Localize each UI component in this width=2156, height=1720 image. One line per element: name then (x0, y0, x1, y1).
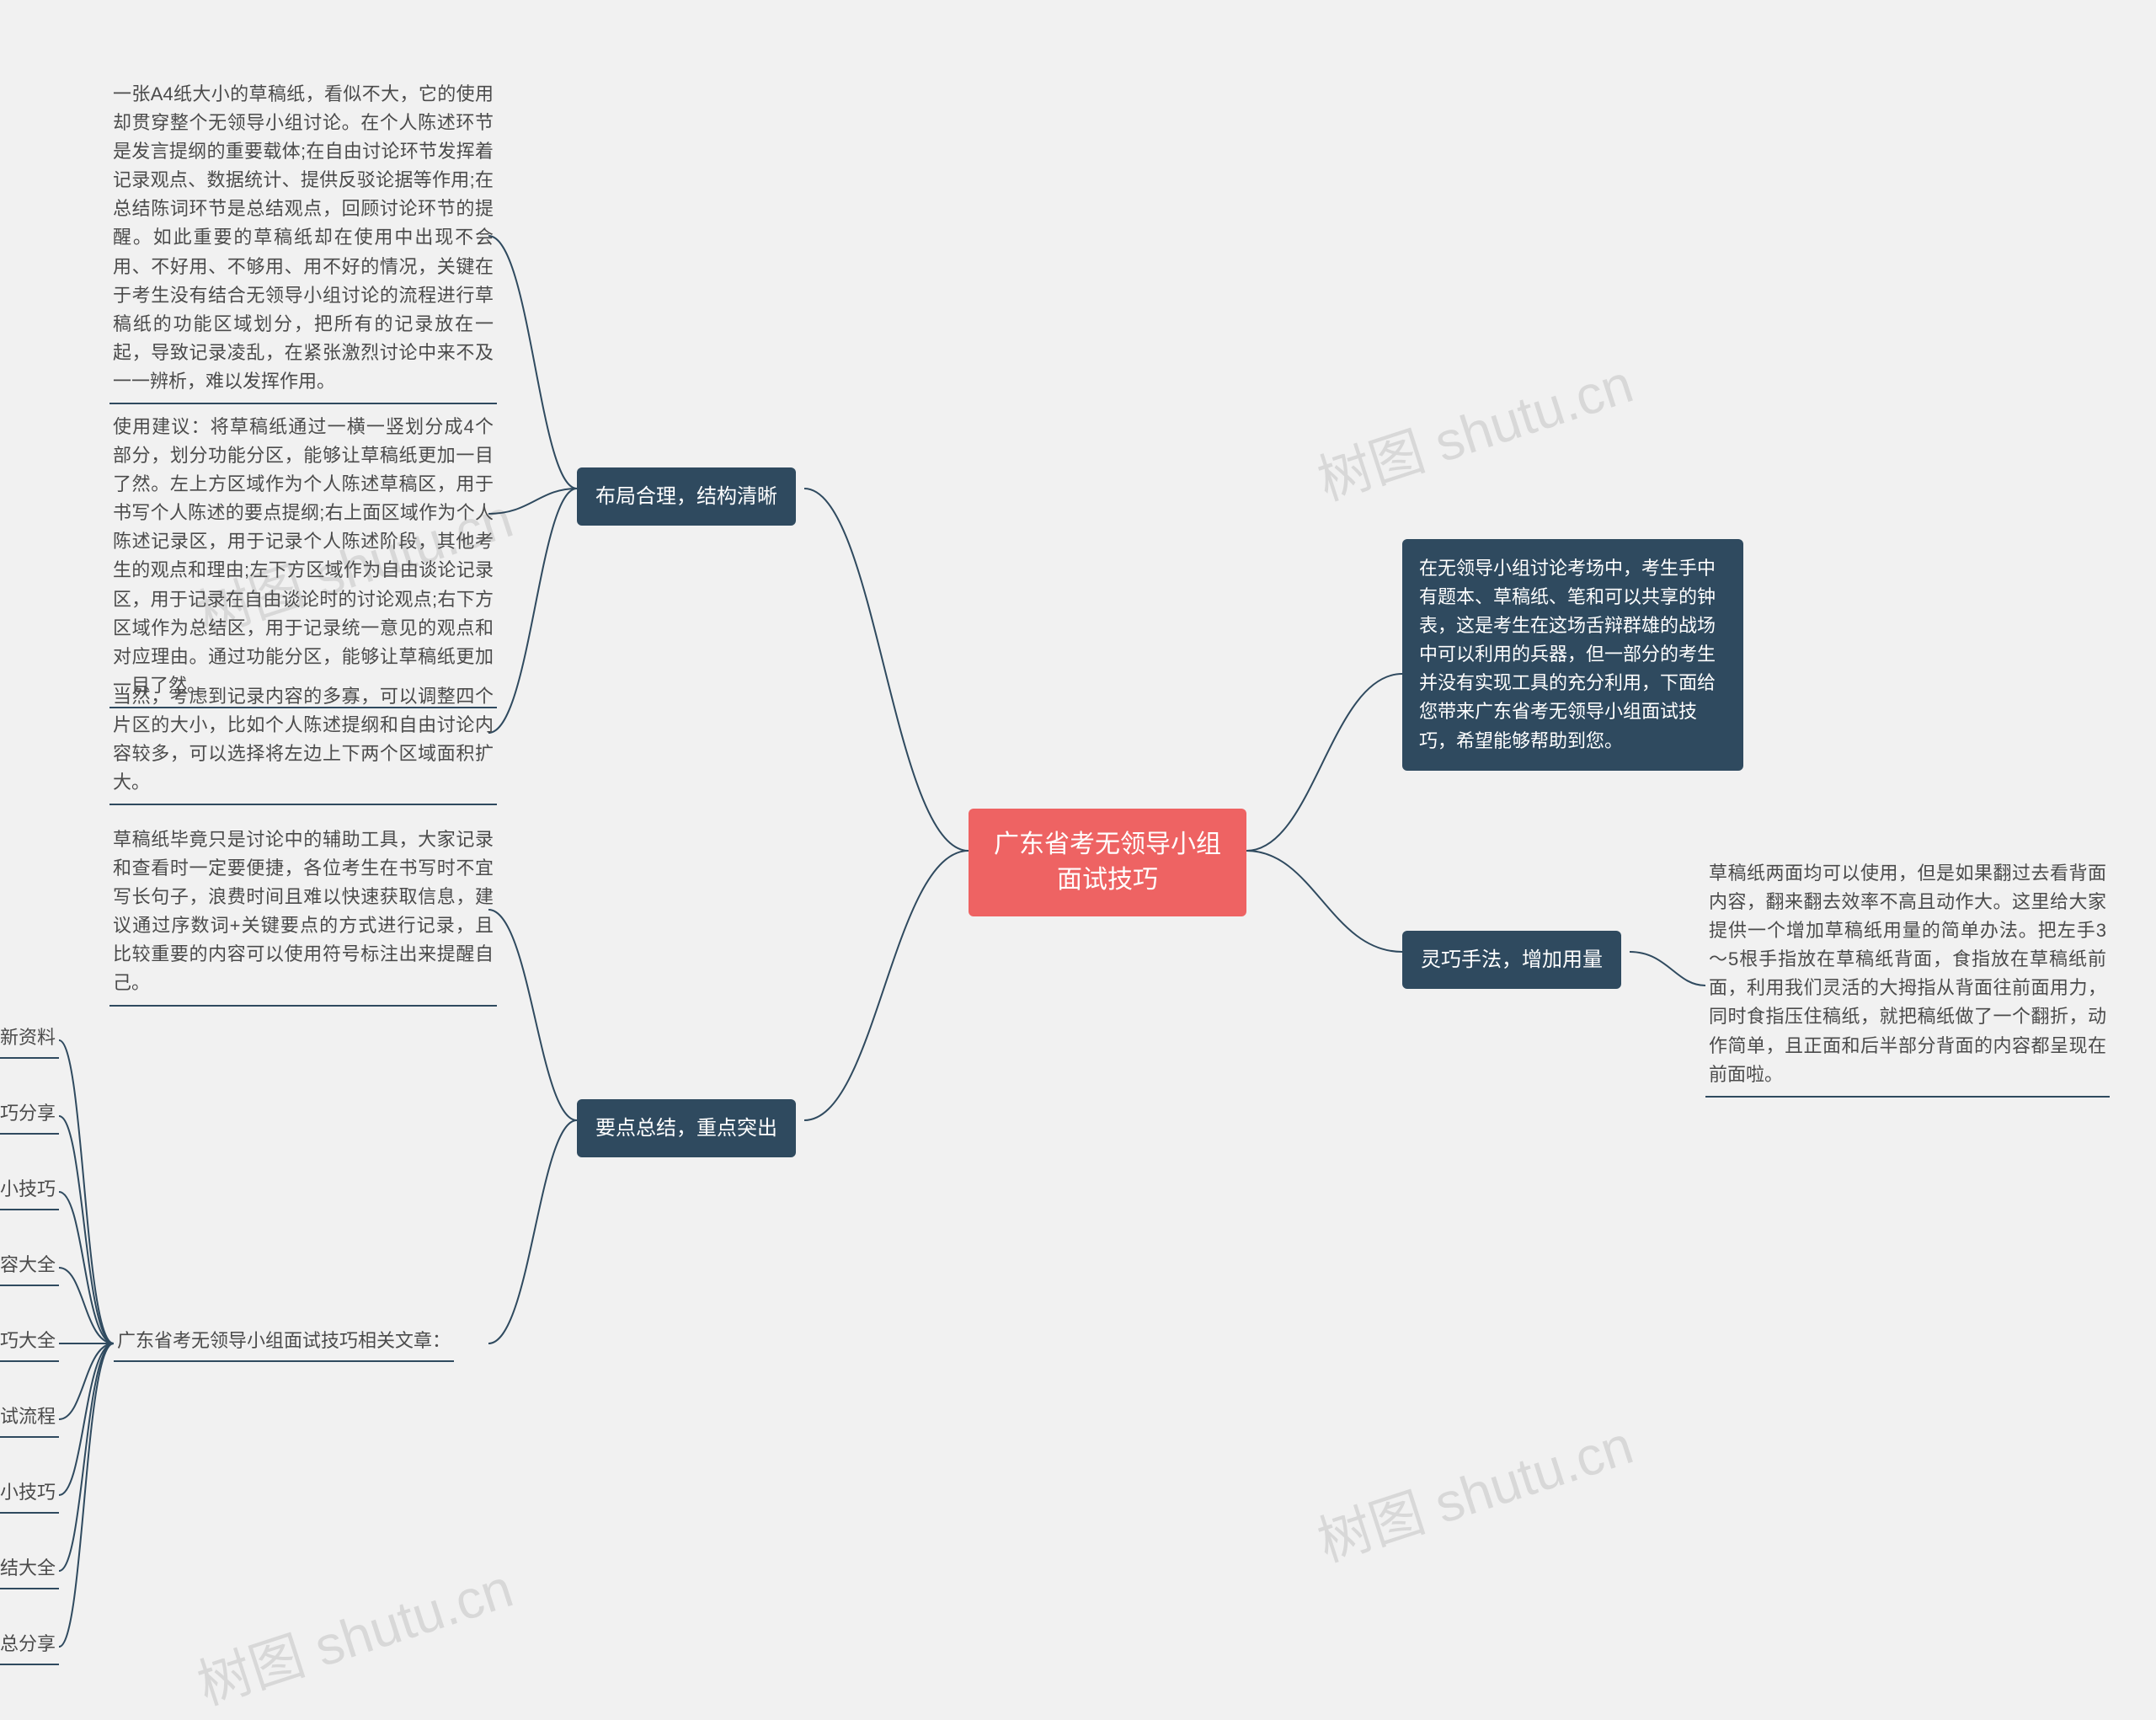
related-link-7[interactable]: ★ 2021年份省考公务员面试表达小技巧 (0, 1478, 59, 1514)
intro-node[interactable]: 在无领导小组讨论考场中，考生手中有题本、草稿纸、笔和可以共享的钟表，这是考生在这… (1402, 539, 1743, 771)
related-link-1[interactable]: ★ 2022广东省考面试应变技巧最新资料 (0, 1023, 59, 1059)
leaf-skill-p1: 草稿纸两面均可以使用，但是如果翻过去看背面内容，翻来翻去效率不高且动作大。这里给… (1705, 859, 2110, 1098)
watermark: 树图 shutu.cn (187, 1546, 521, 1720)
branch-summary[interactable]: 要点总结，重点突出 (577, 1099, 796, 1157)
related-link-5[interactable]: ★ 公务员面试亮点技巧大全 (0, 1327, 59, 1362)
related-link-9[interactable]: ★ 2021年公务员考试面试技巧汇总分享 (0, 1630, 59, 1665)
branch-layout[interactable]: 布局合理，结构清晰 (577, 467, 796, 526)
leaf-related-label: 广东省考无领导小组面试技巧相关文章： (114, 1327, 454, 1362)
related-link-4[interactable]: ★ 公务员公布面试内容大全 (0, 1251, 59, 1286)
leaf-summary-p1: 草稿纸毕竟只是讨论中的辅助工具，大家记录和查看时一定要便捷，各位考生在书写时不宜… (109, 825, 497, 1007)
watermark: 树图 shutu.cn (1307, 341, 1641, 515)
related-link-6[interactable]: ★ 2021公务员的面试流程 (0, 1402, 59, 1438)
related-link-8[interactable]: ★ 公务员面试类型总结大全 (0, 1554, 59, 1589)
related-link-3[interactable]: ★ 2021年份省考公务员面试小技巧 (0, 1175, 59, 1210)
root-node[interactable]: 广东省考无领导小组面试技巧 (969, 809, 1246, 916)
related-link-2[interactable]: ★ 公务员高效面试技巧分享 (0, 1099, 59, 1135)
leaf-layout-p3: 当然，考虑到记录内容的多寡，可以调整四个片区的大小，比如个人陈述提纲和自由讨论内… (109, 682, 497, 805)
leaf-layout-p1: 一张A4纸大小的草稿纸，看似不大，它的使用却贯穿整个无领导小组讨论。在个人陈述环… (109, 80, 497, 404)
leaf-layout-p2: 使用建议：将草稿纸通过一横一竖划分成4个部分，划分功能分区，能够让草稿纸更加一目… (109, 413, 497, 708)
watermark: 树图 shutu.cn (1307, 1402, 1641, 1577)
branch-skill[interactable]: 灵巧手法，增加用量 (1402, 931, 1621, 989)
